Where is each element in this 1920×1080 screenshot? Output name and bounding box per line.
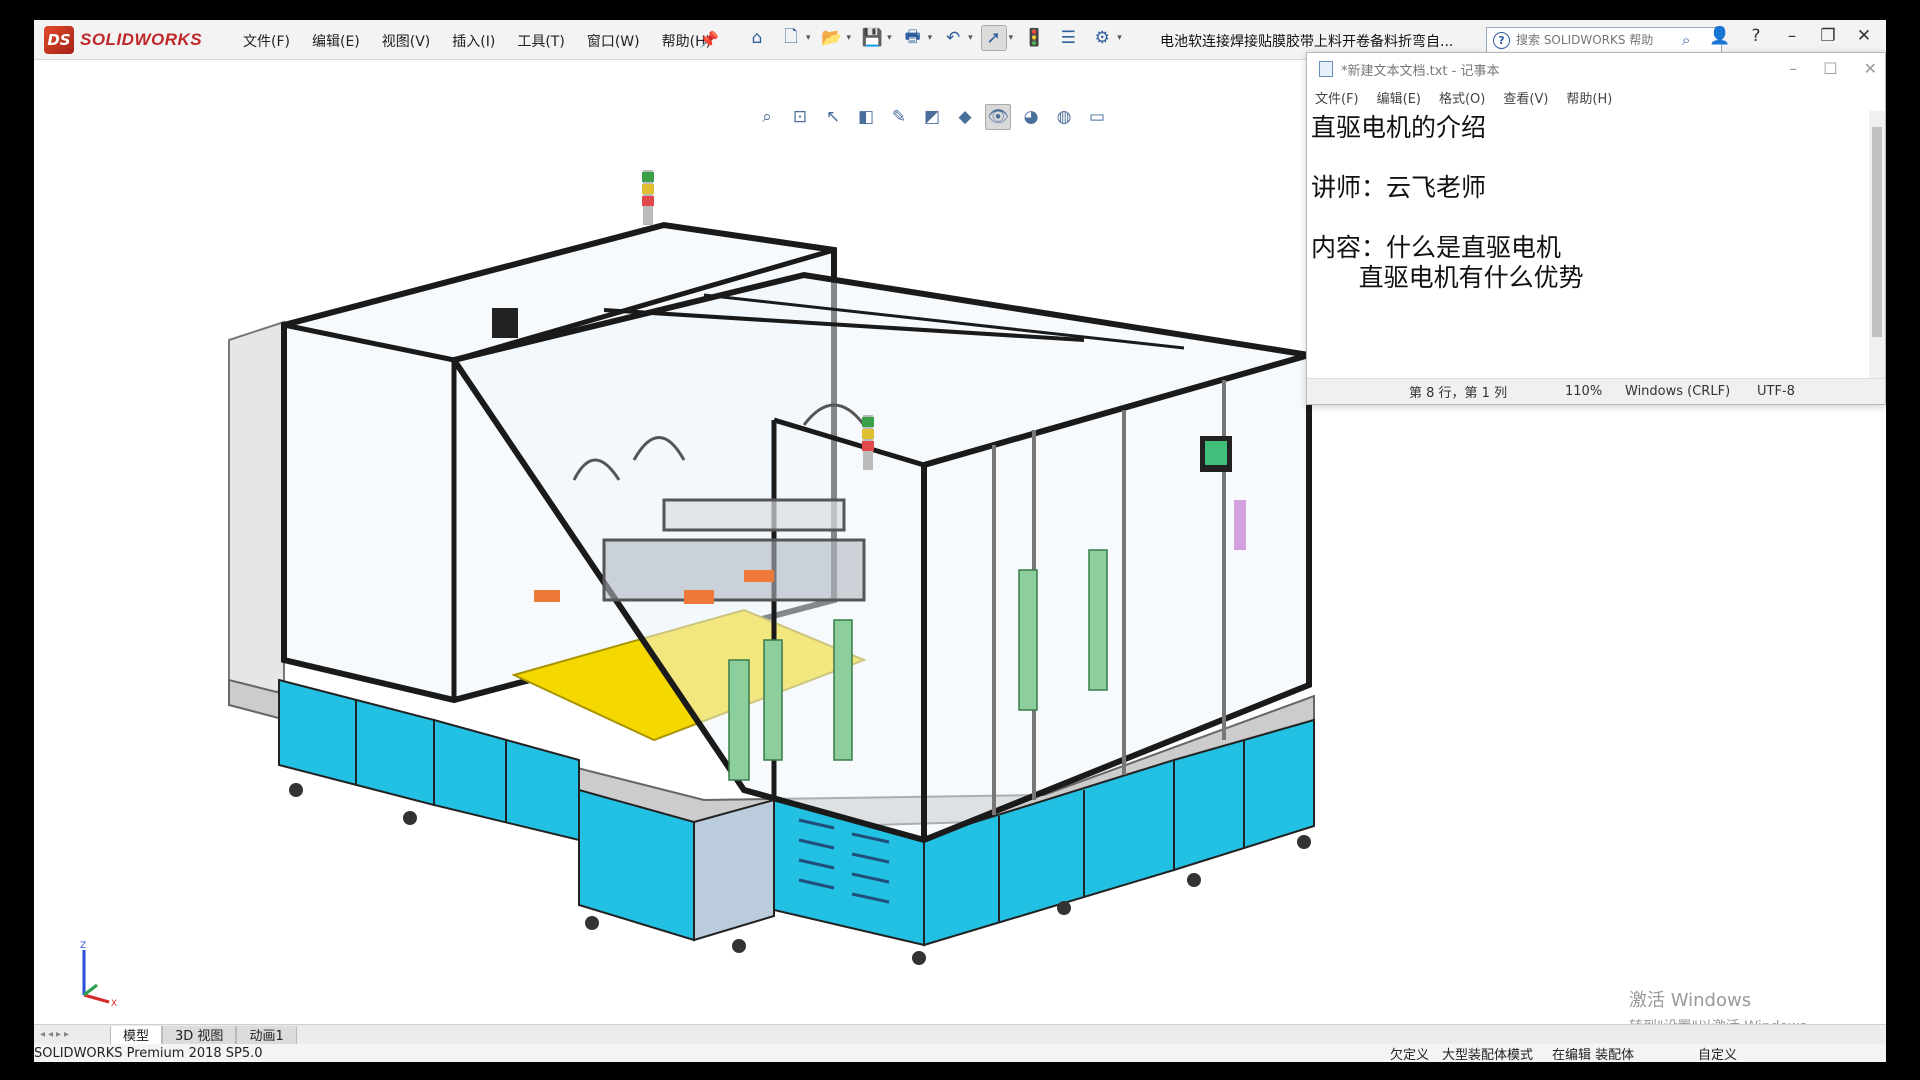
editing-context: 在编辑 装配体	[1552, 1047, 1635, 1063]
screen: DS SOLIDWORKS 文件(F) 编辑(E) 视图(V) 插入(I) 工具(T) 窗…	[0, 0, 1920, 1080]
help-search-input[interactable]	[1516, 33, 1676, 47]
menu-item[interactable]: 插入(I)	[448, 29, 499, 53]
solidworks-logo[interactable]: DS SOLIDWORKS	[44, 23, 214, 57]
status-bar: SOLIDWORKS Premium 2018 SP5.0 欠定义 大型装配体模…	[34, 1044, 1886, 1062]
notepad-statusbar: 第 8 行，第 1 列 110% Windows (CRLF) UTF-8	[1307, 378, 1885, 404]
text-line: 直驱电机的介绍	[1311, 113, 1487, 142]
notepad-window-controls: – ☐ ✕	[1789, 59, 1877, 78]
file-properties-icon[interactable]: ☰	[1055, 25, 1081, 51]
user-icon[interactable]: 👤	[1708, 26, 1732, 46]
options-gear-icon[interactable]: ⚙	[1089, 25, 1115, 51]
custom-units[interactable]: 自定义	[1698, 1044, 1737, 1063]
chevron-down-icon[interactable]: ▾	[1117, 33, 1122, 43]
search-icon[interactable]: ⌕	[1682, 31, 1690, 49]
text-line	[1311, 143, 1865, 173]
print-icon[interactable]: 🖶	[900, 25, 926, 51]
coordinate-triad-icon: Z X	[80, 941, 117, 1009]
chevron-down-icon[interactable]: ▾	[887, 33, 892, 43]
line-ending: Windows (CRLF)	[1625, 384, 1731, 399]
pin-icon[interactable]: 📌	[699, 30, 719, 49]
standard-toolbar: ⌂ 🗋 ▾ 📂 ▾ 💾 ▾ 🖶 ▾ ↶ ▾ ➚ ▾ 🚦 ☰ ⚙ ▾	[744, 25, 1122, 51]
close-icon[interactable]: ✕	[1864, 59, 1877, 78]
close-icon[interactable]: ✕	[1852, 26, 1876, 46]
text-line	[1311, 203, 1865, 233]
new-document-icon[interactable]: 🗋	[778, 25, 804, 51]
cursor-position: 第 8 行，第 1 列	[1409, 386, 1508, 401]
svg-text:Z: Z	[80, 941, 86, 951]
menu-item[interactable]: 视图(V)	[378, 29, 435, 53]
chevron-down-icon[interactable]: ▾	[928, 33, 933, 43]
notepad-text-area[interactable]: 直驱电机的介绍 讲师：云飞老师内容：什么是直驱电机 直驱电机有什么优势	[1307, 111, 1869, 379]
text-line	[1311, 293, 1865, 323]
svg-text:X: X	[111, 999, 117, 1009]
menu-item[interactable]: 窗口(W)	[583, 29, 644, 53]
chevron-down-icon[interactable]: ▾	[847, 33, 852, 43]
home-icon[interactable]: ⌂	[744, 25, 770, 51]
version-label: SOLIDWORKS Premium 2018 SP5.0	[34, 1045, 263, 1061]
menu-item[interactable]: 工具(T)	[513, 29, 568, 53]
large-assembly-mode: 大型装配体模式	[1442, 1047, 1534, 1063]
open-folder-icon[interactable]: 📂	[819, 25, 845, 51]
notepad-menu-item[interactable]: 查看(V)	[1503, 88, 1548, 107]
notepad-menubar: 文件(F) 编辑(E) 格式(O) 查看(V) 帮助(H)	[1307, 85, 1885, 109]
logo-text: SOLIDWORKS	[80, 30, 203, 49]
menu-item[interactable]: 编辑(E)	[308, 29, 364, 53]
maximize-icon[interactable]: ☐	[1823, 59, 1837, 78]
save-icon[interactable]: 💾	[859, 25, 885, 51]
ds-logo-icon: DS	[44, 26, 74, 54]
text-line: 直驱电机有什么优势	[1311, 263, 1584, 292]
tab-scroll-arrows[interactable]: ◂◂▸▸	[34, 1026, 110, 1044]
select-pointer-icon[interactable]: ➚	[980, 25, 1007, 51]
chevron-down-icon[interactable]: ▾	[806, 33, 811, 43]
tab-1[interactable]: 3D 视图	[162, 1025, 237, 1044]
document-title: 电池软连接焊接贴膜胶带上料开卷备料折弯自...	[1160, 34, 1454, 50]
help-icon[interactable]: ?	[1744, 26, 1768, 46]
encoding: UTF-8	[1757, 384, 1795, 399]
minimize-icon[interactable]: –	[1780, 26, 1804, 46]
minimize-icon[interactable]: –	[1789, 59, 1797, 78]
window-controls: 👤 ? – ❐ ✕	[1708, 26, 1876, 46]
menu-item[interactable]: 文件(F)	[239, 29, 294, 53]
notepad-scrollbar[interactable]	[1869, 111, 1885, 379]
notepad-menu-item[interactable]: 文件(F)	[1315, 88, 1359, 107]
help-question-icon: ?	[1493, 31, 1510, 49]
main-menu: 文件(F) 编辑(E) 视图(V) 插入(I) 工具(T) 窗口(W) 帮助(H)	[239, 29, 715, 53]
text-line: 讲师：云飞老师	[1311, 173, 1487, 202]
watermark-line1: 激活 Windows	[1629, 990, 1752, 1011]
zoom-level: 110%	[1565, 384, 1603, 399]
bottom-tabs: ◂◂▸▸ 模型 3D 视图 动画1	[34, 1024, 1886, 1044]
help-search[interactable]: ? ⌕	[1486, 27, 1722, 53]
notepad-menu-item[interactable]: 编辑(E)	[1377, 88, 1421, 107]
chevron-down-icon[interactable]: ▾	[968, 33, 973, 43]
tab-2[interactable]: 动画1	[236, 1025, 297, 1044]
chevron-down-icon[interactable]: ▾	[1009, 33, 1014, 43]
notepad-window[interactable]: *新建文本文档.txt - 记事本 – ☐ ✕ 文件(F) 编辑(E) 格式(O) 查…	[1306, 52, 1886, 405]
tab-0[interactable]: 模型	[110, 1025, 163, 1044]
assembly-model[interactable]	[184, 100, 1384, 980]
notepad-menu-item[interactable]: 帮助(H)	[1566, 88, 1612, 107]
notepad-app-icon	[1319, 61, 1333, 77]
text-line	[1311, 323, 1865, 353]
scrollbar-thumb[interactable]	[1872, 127, 1882, 337]
text-line: 内容：什么是直驱电机	[1311, 233, 1562, 262]
restore-icon[interactable]: ❐	[1816, 26, 1840, 46]
solidworks-window: DS SOLIDWORKS 文件(F) 编辑(E) 视图(V) 插入(I) 工具(T) 窗…	[34, 20, 1886, 1062]
undo-icon[interactable]: ↶	[940, 25, 966, 51]
notepad-menu-item[interactable]: 格式(O)	[1439, 88, 1485, 107]
traffic-light-icon[interactable]: 🚦	[1021, 25, 1047, 51]
definition-state: 欠定义	[1390, 1047, 1430, 1063]
notepad-title: *新建文本文档.txt - 记事本	[1341, 63, 1500, 79]
